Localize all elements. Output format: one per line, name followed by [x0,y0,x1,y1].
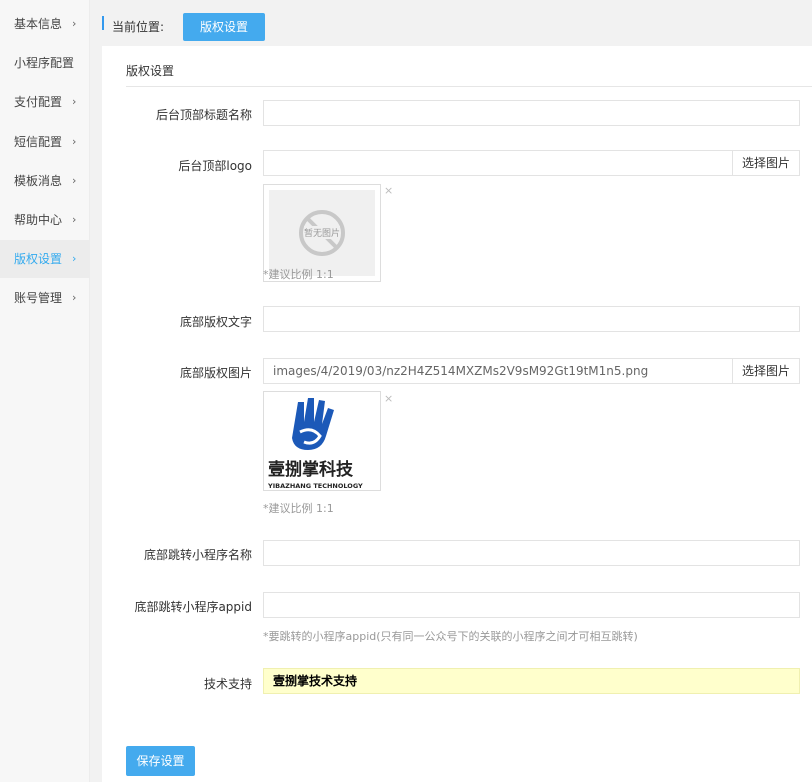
no-image-placeholder: 暂无图片 [269,190,375,276]
backend-title-label: 后台顶部标题名称 [155,108,252,122]
sidebar-item-miniprogram-config[interactable]: 小程序配置 [0,44,89,82]
chevron-right-icon: › [72,95,77,108]
chevron-right-icon: › [72,17,77,30]
breadcrumb-current[interactable]: 版权设置 [183,13,265,41]
sidebar-item-payment-config[interactable]: 支付配置 › [0,83,89,121]
chevron-right-icon: › [72,174,77,187]
footer-text-input[interactable] [263,306,800,332]
sidebar-item-template-messages[interactable]: 模板消息 › [0,162,89,200]
save-button[interactable]: 保存设置 [126,746,195,776]
sidebar-item-label: 版权设置 [14,252,63,266]
chevron-right-icon: › [72,213,77,226]
sidebar-item-label: 模板消息 [14,174,63,188]
tech-support-value: 壹捌掌技术支持 [263,668,800,694]
footer-mini-appid-input[interactable] [263,592,800,618]
sidebar-item-label: 帮助中心 [14,213,63,227]
sidebar-item-label: 小程序配置 [14,56,75,70]
brand-logo: 壹捌掌科技 YIBAZHANG TECHNOLOGY [267,398,363,490]
footer-mini-name-label: 底部跳转小程序名称 [143,548,252,562]
footer-image-input[interactable]: images/4/2019/03/nz2H4Z514MXZMs2V9sM92Gt… [263,358,733,384]
footer-mini-appid-hint: *要跳转的小程序appid(只有同一公众号下的关联的小程序之间才可相互跳转) [263,630,638,643]
main-content: 当前位置: 版权设置 版权设置 后台顶部标题名称 后台顶部logo 选择图片 暂… [90,0,812,782]
breadcrumb-label: 当前位置: [112,20,165,34]
sidebar-item-label: 支付配置 [14,95,63,109]
footer-image-preview: 壹捌掌科技 YIBAZHANG TECHNOLOGY [263,391,381,491]
no-image-text: 暂无图片 [304,226,341,239]
chevron-right-icon: › [72,135,77,148]
panel-divider [126,86,812,87]
footer-mini-appid-label: 底部跳转小程序appid [134,600,252,614]
footer-text-label: 底部版权文字 [179,315,252,329]
backend-logo-label: 后台顶部logo [178,159,252,173]
sidebar-item-help-center[interactable]: 帮助中心 › [0,201,89,239]
panel-title: 版权设置 [126,64,175,78]
sidebar-item-copyright-settings[interactable]: 版权设置 › [0,240,89,278]
chevron-right-icon: › [72,252,77,265]
sidebar: 基本信息 › 小程序配置 支付配置 › 短信配置 › 模板消息 › 帮助中心 ›… [0,0,90,782]
chevron-right-icon: › [72,291,77,304]
remove-image-icon[interactable]: × [384,392,393,405]
tech-support-label: 技术支持 [203,677,252,691]
backend-logo-pick-button[interactable]: 选择图片 [732,150,800,176]
sidebar-item-basic-info[interactable]: 基本信息 › [0,5,89,43]
remove-image-icon[interactable]: × [384,184,393,197]
backend-logo-input[interactable] [263,150,733,176]
sidebar-item-label: 账号管理 [14,291,63,305]
sidebar-item-label: 短信配置 [14,135,63,149]
settings-panel: 版权设置 后台顶部标题名称 后台顶部logo 选择图片 暂无图片 × *建议比例… [102,46,812,782]
backend-logo-hint: *建议比例 1:1 [263,268,334,281]
sidebar-item-label: 基本信息 [14,17,63,31]
sidebar-item-sms-config[interactable]: 短信配置 › [0,123,89,161]
breadcrumb-marker [102,16,104,30]
footer-image-label: 底部版权图片 [179,366,252,380]
footer-image-hint: *建议比例 1:1 [263,502,334,515]
logo-cn-text: 壹捌掌科技 [268,459,354,480]
logo-en-text: YIBAZHANG TECHNOLOGY [267,482,363,490]
sidebar-item-account-management[interactable]: 账号管理 › [0,279,89,317]
footer-mini-name-input[interactable] [263,540,800,566]
backend-title-input[interactable] [263,100,800,126]
footer-image-pick-button[interactable]: 选择图片 [732,358,800,384]
